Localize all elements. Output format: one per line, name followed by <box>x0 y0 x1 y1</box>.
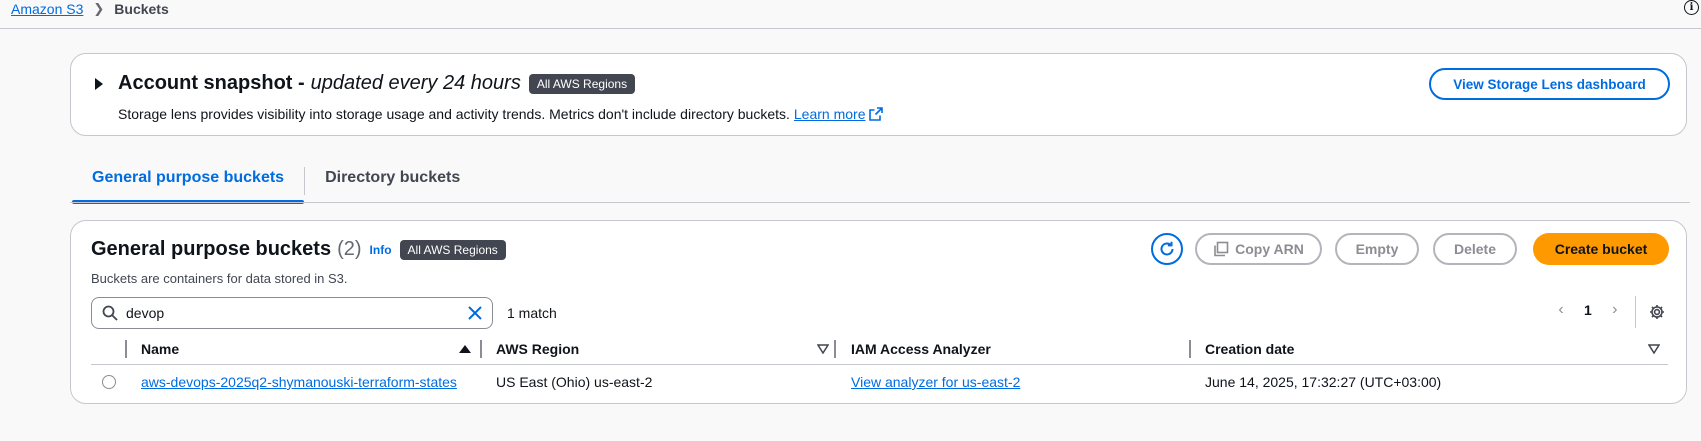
info-link[interactable]: Info <box>370 243 392 257</box>
bucket-region: US East (Ohio) us-east-2 <box>496 374 653 390</box>
learn-more-link[interactable]: Learn more <box>794 106 866 122</box>
clear-icon[interactable] <box>468 306 482 320</box>
external-link-icon[interactable] <box>869 107 884 121</box>
refresh-button[interactable] <box>1151 233 1183 265</box>
view-storage-lens-button[interactable]: View Storage Lens dashboard <box>1429 68 1670 100</box>
tabs-underline <box>70 202 1690 203</box>
bucket-type-tabs: General purpose buckets Directory bucket… <box>72 155 480 204</box>
info-icon[interactable]: i <box>1684 0 1699 15</box>
column-divider <box>834 340 836 358</box>
table-row: aws-devops-2025q2-shymanouski-terraform-… <box>91 365 1668 399</box>
expand-caret-icon[interactable] <box>95 78 103 90</box>
column-region[interactable]: AWS Region <box>496 333 579 365</box>
buckets-count: (2) <box>337 238 362 260</box>
sort-icon[interactable] <box>1648 333 1660 365</box>
column-divider <box>480 340 482 358</box>
sort-ascending-icon[interactable] <box>459 333 471 365</box>
search-icon <box>102 305 118 321</box>
copy-arn-button[interactable]: Copy ARN <box>1195 233 1322 265</box>
regions-badge: All AWS Regions <box>528 73 636 94</box>
pager-divider <box>1635 296 1636 328</box>
table-header: Name AWS Region IAM Access Analyzer Crea… <box>91 333 1668 365</box>
page-number[interactable]: 1 <box>1584 302 1592 318</box>
sort-icon[interactable] <box>817 333 829 365</box>
tab-general-purpose-buckets[interactable]: General purpose buckets <box>72 155 305 204</box>
snapshot-subtitle: updated every 24 hours <box>310 72 521 94</box>
breadcrumb-amazon-s3[interactable]: Amazon S3 <box>11 1 83 17</box>
bucket-creation-date: June 14, 2025, 17:32:27 (UTC+03:00) <box>1205 374 1442 390</box>
row-select-radio[interactable] <box>102 365 116 399</box>
search-input[interactable] <box>126 305 468 321</box>
header-divider <box>0 28 1701 29</box>
general-purpose-buckets-panel: General purpose buckets (2) Info All AWS… <box>70 220 1687 404</box>
breadcrumb: Amazon S3 ❯ Buckets <box>11 0 169 18</box>
pagination: ‹ 1 › <box>1554 301 1622 319</box>
copy-icon <box>1214 241 1229 257</box>
refresh-icon <box>1160 241 1174 256</box>
snapshot-description-text: Storage lens provides visibility into st… <box>118 106 790 122</box>
copy-arn-label: Copy ARN <box>1235 241 1304 257</box>
column-access-analyzer[interactable]: IAM Access Analyzer <box>851 333 991 365</box>
column-divider <box>125 340 127 358</box>
gear-icon[interactable] <box>1649 304 1665 320</box>
view-analyzer-link[interactable]: View analyzer for us-east-2 <box>851 374 1020 390</box>
chevron-right-icon: ❯ <box>93 1 105 16</box>
buckets-description: Buckets are containers for data stored i… <box>91 271 348 286</box>
chevron-left-icon[interactable]: ‹ <box>1554 301 1568 319</box>
chevron-right-icon[interactable]: › <box>1608 301 1622 319</box>
match-count: 1 match <box>507 305 557 321</box>
buckets-title-text: General purpose buckets <box>91 238 332 260</box>
buckets-title: General purpose buckets (2) Info All AWS… <box>91 238 506 261</box>
tab-directory-buckets[interactable]: Directory buckets <box>305 155 480 203</box>
breadcrumb-current: Buckets <box>114 1 169 17</box>
column-creation-date[interactable]: Creation date <box>1205 333 1294 365</box>
bucket-name-cell: aws-devops-2025q2-shymanouski-terraform-… <box>141 365 457 399</box>
bucket-name-link[interactable]: aws-devops-2025q2-shymanouski-terraform-… <box>141 374 457 390</box>
empty-button[interactable]: Empty <box>1335 233 1419 265</box>
delete-button[interactable]: Delete <box>1433 233 1517 265</box>
analyzer-cell: View analyzer for us-east-2 <box>851 365 1020 399</box>
snapshot-title: Account snapshot - updated every 24 hour… <box>118 72 636 95</box>
search-field[interactable] <box>91 297 493 329</box>
snapshot-description: Storage lens provides visibility into st… <box>118 106 884 122</box>
create-bucket-button[interactable]: Create bucket <box>1533 233 1669 265</box>
account-snapshot-panel: Account snapshot - updated every 24 hour… <box>70 53 1687 136</box>
column-name[interactable]: Name <box>141 333 179 365</box>
regions-badge: All AWS Regions <box>399 239 506 260</box>
column-divider <box>1189 340 1191 358</box>
snapshot-title-text: Account snapshot - <box>118 72 305 94</box>
